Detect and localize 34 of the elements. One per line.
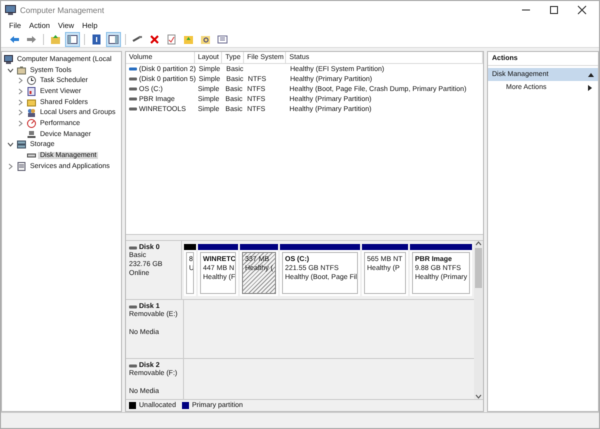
- services-icon: [17, 162, 26, 171]
- device-icon: [27, 130, 36, 139]
- chevron-right-icon[interactable]: [16, 77, 24, 84]
- scroll-up-icon[interactable]: [475, 241, 482, 246]
- chevron-right-icon[interactable]: [16, 88, 24, 95]
- close-icon[interactable]: [577, 5, 587, 15]
- scrollbar-thumb[interactable]: [475, 248, 482, 288]
- drive-icon: [129, 304, 137, 308]
- log-icon: [27, 86, 36, 96]
- chevron-down-icon[interactable]: [6, 66, 14, 74]
- computer-icon: [5, 5, 16, 15]
- chevron-right-icon[interactable]: [16, 98, 24, 106]
- clock-icon: [27, 76, 36, 86]
- chevron-down-icon[interactable]: [6, 141, 14, 148]
- gauge-icon: [27, 118, 36, 128]
- maximize-icon[interactable]: [549, 5, 559, 15]
- chevron-right-icon[interactable]: [16, 109, 24, 116]
- scroll-down-icon[interactable]: [475, 394, 482, 399]
- computer-icon: [4, 54, 13, 64]
- chevron-right-icon[interactable]: [16, 120, 24, 127]
- users-icon: [27, 108, 36, 118]
- window-title: Computer Management: [20, 6, 104, 14]
- scrollbar[interactable]: [474, 241, 483, 399]
- tree-pane-icon[interactable]: [65, 32, 80, 46]
- submenu-arrow-icon[interactable]: [588, 84, 592, 90]
- drive-icon: [27, 151, 36, 160]
- tools-icon: [17, 66, 26, 75]
- folder-icon: [27, 98, 36, 107]
- storage-icon: [17, 140, 26, 150]
- action-pane-icon[interactable]: [106, 32, 121, 46]
- drive-icon: [129, 364, 137, 368]
- drive-icon: [129, 246, 137, 250]
- collapse-arrow-icon[interactable]: [588, 72, 594, 76]
- chevron-right-icon[interactable]: [6, 162, 14, 170]
